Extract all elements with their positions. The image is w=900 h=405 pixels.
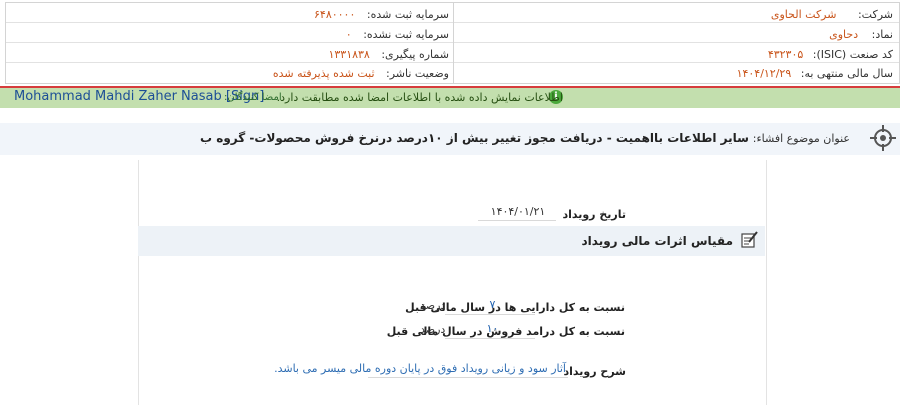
tracking-number-value: ۱۳۳۱۸۳۸ [328,48,370,61]
unregistered-capital-label: سرمایه ثبت نشده: [363,28,449,41]
unregistered-capital-field: سرمایه ثبت نشده: ۰ [346,28,449,41]
section-title: مقیاس اثرات مالی رویداد [581,234,733,248]
signature-match-message: اطلاعات نمایش داده شده با اطلاعات امضا ش… [276,91,563,104]
event-date-label: تاریخ رویداد [562,208,626,221]
isic-code-label: کد صنعت (ISIC): [812,48,893,61]
metric-revenue-unit: درصد [420,323,446,336]
tracking-number-label: شماره پیگیری: [381,48,449,61]
symbol-field: نماد: دحاوی [829,28,893,41]
signature-bar: Mohammad Mahdi Zaher Nasab [Sign] امضا ک… [0,86,900,108]
event-description-label: شرح رویداد [563,365,627,378]
unregistered-capital-value: ۰ [345,28,352,41]
subject-text: سایر اطلاعات بااهمیت - دریافت مجوز تغییر… [200,131,749,145]
publisher-status-label: وضعیت ناشر: [386,67,449,80]
fiscal-year-value: ۱۴۰۴/۱۲/۲۹ [736,67,792,80]
signer-label: امضا کنندگان: [224,92,282,103]
company-value: شرکت الحاوی [770,8,837,21]
metric-revenue-underline [445,338,535,339]
metric-assets-unit: درصد [420,299,446,312]
subject-label: عنوان موضوع افشاء: [752,132,850,145]
publisher-status-value: ثبت شده پذیرفته شده [272,67,375,80]
financial-effects-section-header: مقیاس اثرات مالی رویداد [138,226,765,256]
target-crosshair-icon [870,125,896,151]
company-label: شرکت: [857,8,893,21]
registered-capital-field: سرمایه ثبت شده: ۶۴۸۰۰۰۰ [314,8,449,21]
event-description-underline [368,377,568,378]
metric-revenue-value: ۱۰ [486,322,499,335]
isic-code-value: ۴۳۲۳۰۵ [767,48,804,61]
isic-code-field: کد صنعت (ISIC): ۴۳۲۳۰۵ [768,48,893,61]
tracking-number-field: شماره پیگیری: ۱۳۳۱۸۳۸ [328,48,449,61]
event-description-text: آثار سود و زیانی رویداد فوق در پایان دور… [274,362,566,375]
event-date-value: ۱۴۰۴/۰۱/۲۱ [490,205,546,218]
subject-title: عنوان موضوع افشاء: سایر اطلاعات بااهمیت … [200,131,850,145]
registered-capital-label: سرمایه ثبت شده: [366,8,449,21]
fiscal-year-field: سال مالی منتهی به: ۱۴۰۴/۱۲/۲۹ [737,67,893,80]
event-date-underline [478,220,556,221]
subject-bar: عنوان موضوع افشاء: سایر اطلاعات بااهمیت … [0,123,900,155]
fiscal-year-label: سال مالی منتهی به: [800,67,893,80]
symbol-value: دحاوی [829,28,859,41]
company-field: شرکت: شرکت الحاوی [771,8,893,21]
symbol-label: نماد: [871,28,893,41]
company-info-table: شرکت: شرکت الحاوی سرمایه ثبت شده: ۶۴۸۰۰۰… [5,2,900,84]
edit-note-icon [741,231,758,248]
metric-assets-value: ۷ [489,298,496,311]
publisher-status-field: وضعیت ناشر: ثبت شده پذیرفته شده [273,67,449,80]
metric-assets-underline [445,314,535,315]
registered-capital-value: ۶۴۸۰۰۰۰ [314,8,356,21]
